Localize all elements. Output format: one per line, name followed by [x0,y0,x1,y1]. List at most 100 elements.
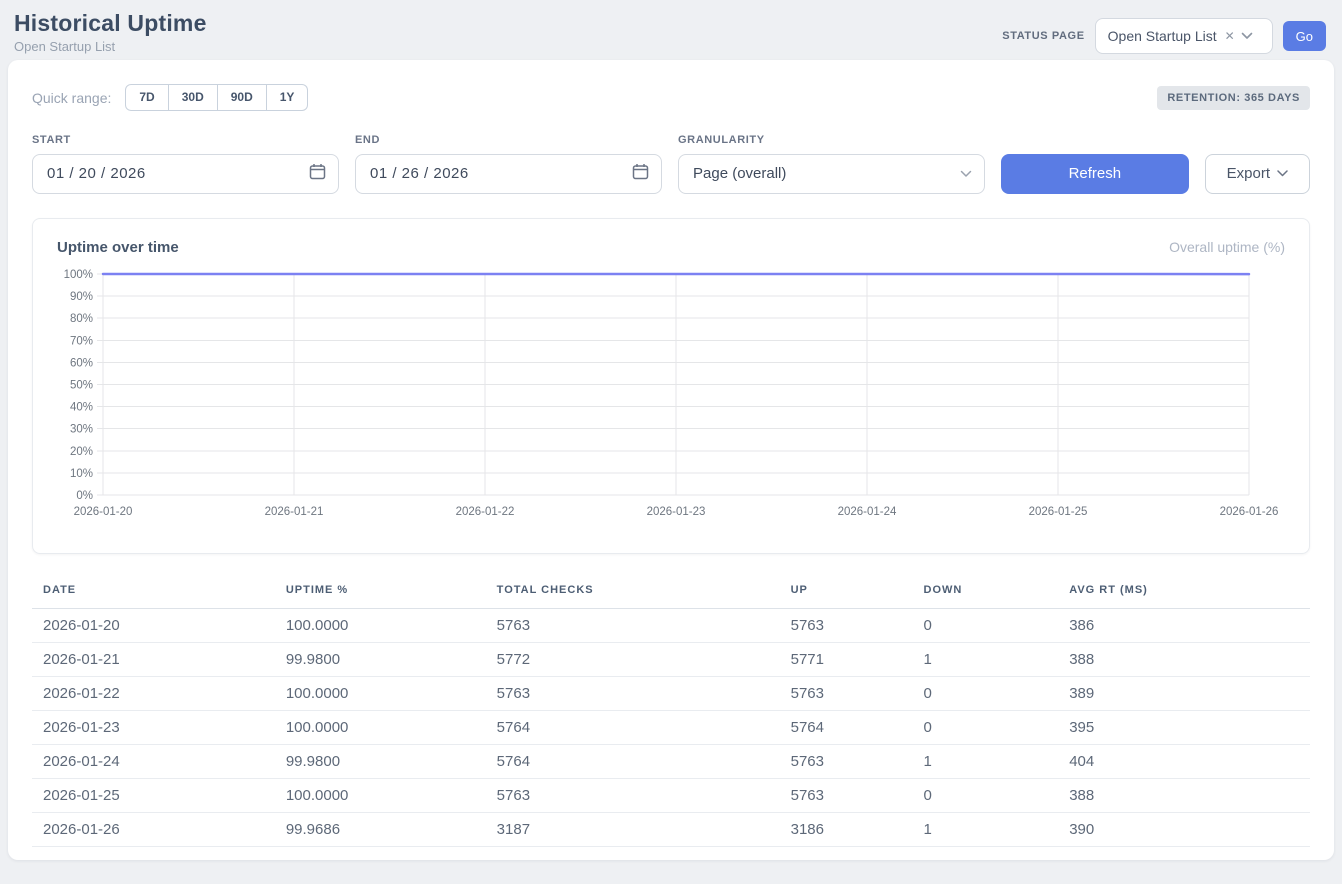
table-cell: 100.0000 [275,710,486,744]
quick-range-group: 7D30D90D1Y [125,84,308,110]
table-cell: 2026-01-22 [32,676,275,710]
table-cell: 5763 [486,608,780,642]
svg-text:60%: 60% [70,357,93,369]
table-row: 2026-01-23100.0000576457640395 [32,710,1310,744]
table-cell: 404 [1058,744,1310,778]
svg-text:2026-01-22: 2026-01-22 [456,506,515,518]
page-header: Historical Uptime Open Startup List STAT… [0,0,1342,60]
svg-text:2026-01-23: 2026-01-23 [647,506,706,518]
table-cell: 3187 [486,812,780,846]
table-cell: 0 [913,710,1059,744]
table-row: 2026-01-22100.0000576357630389 [32,676,1310,710]
svg-text:10%: 10% [70,468,93,480]
table-cell: 100.0000 [275,608,486,642]
table-cell: 5764 [780,710,913,744]
uptime-table: DATEUPTIME %TOTAL CHECKSUPDOWNAVG RT (MS… [32,578,1310,847]
table-cell: 5764 [486,744,780,778]
table-cell: 5763 [780,676,913,710]
end-label: END [355,134,662,146]
uptime-line-chart: 0%10%20%30%40%50%60%70%80%90%100%2026-01… [57,262,1285,520]
export-label: Export [1227,165,1270,182]
svg-text:50%: 50% [70,379,93,391]
refresh-button[interactable]: Refresh [1001,154,1189,194]
quick-range-7d[interactable]: 7D [125,84,168,110]
quick-range-row: Quick range: 7D30D90D1Y RETENTION: 365 D… [32,84,1310,110]
chart-title: Uptime over time [57,239,179,256]
table-cell: 2026-01-25 [32,778,275,812]
table-cell: 2026-01-26 [32,812,275,846]
granularity-select[interactable]: Page (overall) [678,154,985,194]
table-cell: 100.0000 [275,676,486,710]
calendar-icon[interactable] [309,163,326,184]
table-cell: 0 [913,676,1059,710]
table-cell: 5772 [486,642,780,676]
end-date-input[interactable]: 01 / 26 / 2026 [355,154,662,194]
table-body: 2026-01-20100.00005763576303862026-01-21… [32,608,1310,846]
table-cell: 5763 [486,676,780,710]
table-row: 2026-01-20100.0000576357630386 [32,608,1310,642]
table-cell: 2026-01-23 [32,710,275,744]
svg-text:2026-01-25: 2026-01-25 [1029,506,1088,518]
column-header: AVG RT (MS) [1058,578,1310,609]
table-cell: 5771 [780,642,913,676]
end-date-field-wrap: END 01 / 26 / 2026 [355,134,662,194]
svg-text:90%: 90% [70,291,93,303]
svg-text:0%: 0% [76,490,93,502]
main-panel: Quick range: 7D30D90D1Y RETENTION: 365 D… [8,60,1334,860]
table-cell: 0 [913,778,1059,812]
table-cell: 99.9686 [275,812,486,846]
table-cell: 388 [1058,642,1310,676]
table-row: 2026-01-2199.9800577257711388 [32,642,1310,676]
header-titles: Historical Uptime Open Startup List [14,10,207,54]
end-date-value: 01 / 26 / 2026 [370,165,469,182]
chevron-down-icon [1277,170,1288,177]
svg-text:80%: 80% [70,313,93,325]
start-date-value: 01 / 20 / 2026 [47,165,146,182]
column-header: UP [780,578,913,609]
start-label: START [32,134,339,146]
page-subtitle: Open Startup List [14,39,207,54]
table-cell: 389 [1058,676,1310,710]
table-cell: 395 [1058,710,1310,744]
table-header: DATEUPTIME %TOTAL CHECKSUPDOWNAVG RT (MS… [32,578,1310,609]
table-cell: 5763 [780,608,913,642]
start-date-input[interactable]: 01 / 20 / 2026 [32,154,339,194]
table-cell: 386 [1058,608,1310,642]
column-header: UPTIME % [275,578,486,609]
calendar-icon[interactable] [632,163,649,184]
column-header: DOWN [913,578,1059,609]
table-cell: 388 [1058,778,1310,812]
retention-badge: RETENTION: 365 DAYS [1157,86,1310,110]
quick-range-90d[interactable]: 90D [218,84,267,110]
column-header: TOTAL CHECKS [486,578,780,609]
svg-text:2026-01-24: 2026-01-24 [838,506,897,518]
svg-text:2026-01-21: 2026-01-21 [265,506,324,518]
table-cell: 3186 [780,812,913,846]
table-row: 2026-01-25100.0000576357630388 [32,778,1310,812]
quick-range-30d[interactable]: 30D [169,84,218,110]
go-button[interactable]: Go [1283,21,1326,51]
svg-text:2026-01-20: 2026-01-20 [74,506,133,518]
table-cell: 99.9800 [275,642,486,676]
chart-header: Uptime over time Overall uptime (%) [57,239,1285,256]
table-cell: 5764 [486,710,780,744]
clear-icon[interactable]: ✕ [1225,29,1235,43]
uptime-chart-card: Uptime over time Overall uptime (%) 0% 10… [32,218,1310,554]
chevron-down-icon [960,170,972,178]
table-cell: 5763 [780,744,913,778]
export-button[interactable]: Export [1205,154,1310,194]
header-controls: STATUS PAGE Open Startup List ✕ Go [1002,18,1326,54]
quick-range-1y[interactable]: 1Y [267,84,309,110]
status-page-select[interactable]: Open Startup List ✕ [1095,18,1273,54]
table-cell: 2026-01-24 [32,744,275,778]
status-page-label: STATUS PAGE [1002,30,1084,42]
start-date-field-wrap: START 01 / 20 / 2026 [32,134,339,194]
table-row: 2026-01-2699.9686318731861390 [32,812,1310,846]
table-cell: 1 [913,744,1059,778]
table-cell: 100.0000 [275,778,486,812]
svg-text:70%: 70% [70,335,93,347]
status-page-value: Open Startup List [1108,28,1217,44]
table-cell: 99.9800 [275,744,486,778]
svg-text:100%: 100% [64,269,93,281]
granularity-field-wrap: GRANULARITY Page (overall) [678,134,985,194]
